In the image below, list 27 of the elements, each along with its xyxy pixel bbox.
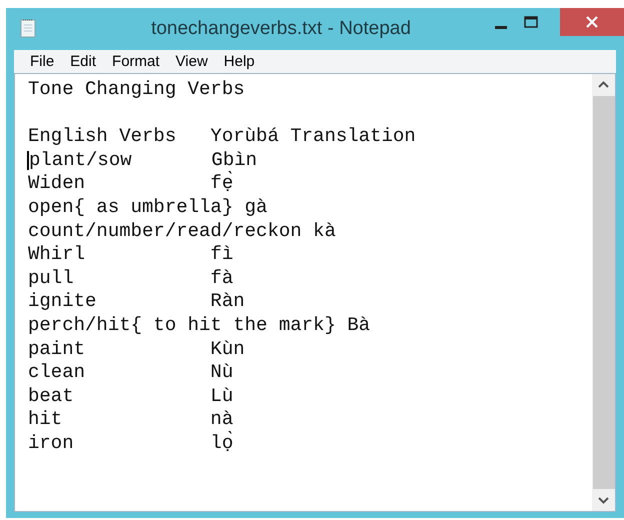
menu-item[interactable]: View [168, 53, 216, 70]
close-button[interactable] [560, 8, 624, 36]
text-line: Whirl fì [28, 243, 234, 267]
text-line: count/number/read/reckon kà [28, 220, 336, 244]
text-line: ignite Ràn [28, 290, 245, 314]
menu-item[interactable]: File [22, 53, 62, 70]
text-line: pull fà [28, 266, 234, 290]
close-icon [586, 16, 598, 28]
menu-item[interactable]: Edit [62, 53, 104, 70]
minimize-icon [495, 26, 507, 28]
text-line: perch/hit{ to hit the mark} Bà [28, 314, 370, 338]
menu-item[interactable]: Help [216, 53, 263, 70]
text-line: Widen fẹ̀ [28, 172, 234, 196]
column-header-line: English Verbs Yorùbá Translation [28, 125, 416, 149]
menu-item[interactable]: Format [104, 53, 168, 70]
text-line: paint Kùn [28, 338, 245, 362]
text-line: beat Lù [28, 384, 234, 408]
window-title: tonechangeverbs.txt - Notepad [150, 18, 412, 40]
text-line: plant/sow Gbìn [29, 148, 258, 171]
notepad-icon [20, 18, 36, 38]
text-line: open{ as umbrella} gà [28, 196, 268, 220]
document-heading: Tone Changing Verbs [28, 78, 245, 102]
text-cursor [27, 150, 29, 170]
text-line: clean Nù [28, 361, 234, 385]
text-line: iron lọ̀ [28, 432, 234, 456]
maximize-icon [524, 16, 538, 28]
text-line: hit nà [28, 408, 234, 431]
